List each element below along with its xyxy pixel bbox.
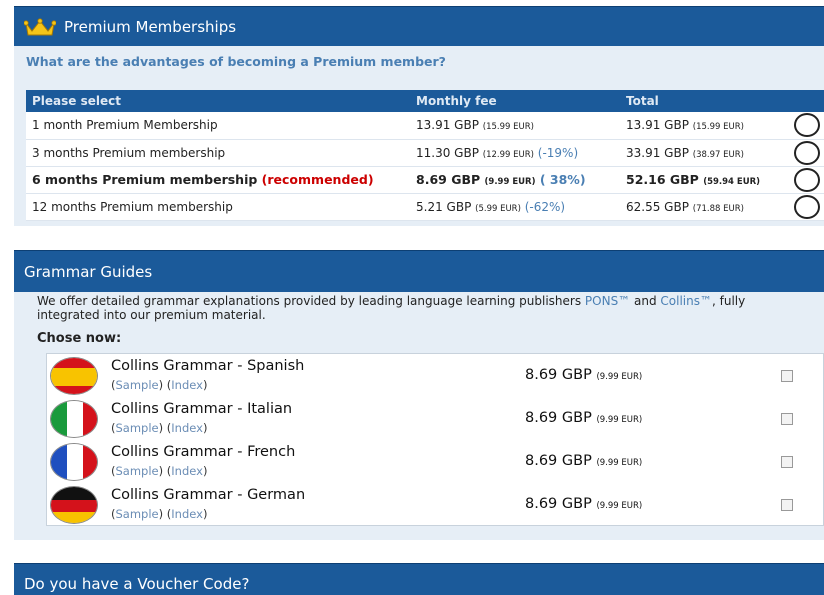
column-header-fee: Monthly fee <box>410 90 620 112</box>
spain-flag-icon <box>50 357 98 395</box>
grammar-name: Collins Grammar - Spanish <box>111 358 305 374</box>
grammar-name: Collins Grammar - Italian <box>111 401 293 417</box>
membership-radio[interactable] <box>794 140 820 165</box>
grammar-name: Collins Grammar - German <box>111 487 306 503</box>
list-item: Collins Grammar - German (Sample) (Index… <box>47 483 824 526</box>
grammar-title: Grammar Guides <box>24 262 153 281</box>
grammar-name: Collins Grammar - French <box>111 444 296 460</box>
index-link[interactable]: Index <box>171 507 203 521</box>
index-link[interactable]: Index <box>171 421 203 435</box>
premium-header: Premium Memberships <box>14 6 824 46</box>
table-row[interactable]: 3 months Premium membership 11.30 GBP (1… <box>26 139 824 167</box>
grammar-price: 8.69 GBP (9.99 EUR) <box>525 496 643 512</box>
crown-icon <box>24 17 56 35</box>
total-price: 52.16 GBP (59.94 EUR) <box>620 166 790 194</box>
premium-title: Premium Memberships <box>64 17 237 36</box>
grammar-checkbox[interactable] <box>781 370 793 382</box>
membership-name: 3 months Premium membership <box>26 139 410 167</box>
membership-table: Please select Monthly fee Total 1 month … <box>26 90 824 221</box>
voucher-panel: Do you have a Voucher Code? <box>14 563 824 595</box>
grammar-guides-panel: Grammar Guides We offer detailed grammar… <box>14 250 824 540</box>
monthly-fee: 5.21 GBP (5.99 EUR) (-62%) <box>410 193 620 221</box>
premium-memberships-panel: Premium Memberships What are the advanta… <box>14 6 824 226</box>
grammar-checkbox[interactable] <box>781 456 793 468</box>
grammar-intro: We offer detailed grammar explanations p… <box>37 294 746 322</box>
grammar-checkbox[interactable] <box>781 413 793 425</box>
pons-link[interactable]: PONS™ <box>585 294 630 308</box>
sample-link[interactable]: Sample <box>116 464 159 478</box>
membership-radio[interactable] <box>794 167 820 192</box>
france-flag-icon <box>50 443 98 481</box>
membership-radio[interactable] <box>794 113 820 138</box>
grammar-price: 8.69 GBP (9.99 EUR) <box>525 367 643 383</box>
membership-name: 1 month Premium Membership <box>26 112 410 140</box>
index-link[interactable]: Index <box>171 464 203 478</box>
membership-name: 12 months Premium membership <box>26 193 410 221</box>
monthly-fee: 8.69 GBP (9.99 EUR) ( 38%) <box>410 166 620 194</box>
list-item: Collins Grammar - French (Sample) (Index… <box>47 440 824 483</box>
sample-link[interactable]: Sample <box>116 421 159 435</box>
discount-badge: (-19%) <box>537 145 579 160</box>
germany-flag-icon <box>50 486 98 524</box>
collins-link[interactable]: Collins™ <box>660 294 712 308</box>
grammar-price: 8.69 GBP (9.99 EUR) <box>525 453 643 469</box>
monthly-fee: 11.30 GBP (12.99 EUR) (-19%) <box>410 139 620 167</box>
discount-badge: (-62%) <box>524 199 566 214</box>
voucher-title: Do you have a Voucher Code? <box>24 574 250 593</box>
list-item: Collins Grammar - Spanish (Sample) (Inde… <box>47 354 824 397</box>
premium-advantages-link[interactable]: What are the advantages of becoming a Pr… <box>26 54 446 69</box>
grammar-price: 8.69 GBP (9.99 EUR) <box>525 410 643 426</box>
table-row[interactable]: 12 months Premium membership 5.21 GBP (5… <box>26 193 824 221</box>
monthly-fee: 13.91 GBP (15.99 EUR) <box>410 112 620 140</box>
chose-now-label: Chose now: <box>37 331 122 346</box>
total-price: 62.55 GBP (71.88 EUR) <box>620 193 790 221</box>
membership-name: 6 months Premium membership (recommended… <box>26 166 410 194</box>
column-header-total: Total <box>620 90 790 112</box>
total-price: 33.91 GBP (38.97 EUR) <box>620 139 790 167</box>
membership-radio[interactable] <box>794 194 820 219</box>
italy-flag-icon <box>50 400 98 438</box>
grammar-checkbox[interactable] <box>781 499 793 511</box>
grammar-links: (Sample) (Index) <box>111 421 208 435</box>
grammar-header: Grammar Guides <box>14 250 824 292</box>
voucher-header[interactable]: Do you have a Voucher Code? <box>14 563 824 595</box>
column-header-radio <box>790 90 824 112</box>
column-header-select: Please select <box>26 90 410 112</box>
grammar-links: (Sample) (Index) <box>111 507 208 521</box>
sample-link[interactable]: Sample <box>116 378 159 392</box>
grammar-list: Collins Grammar - Spanish (Sample) (Inde… <box>46 353 824 526</box>
recommended-label: (recommended) <box>261 172 374 187</box>
list-item: Collins Grammar - Italian (Sample) (Inde… <box>47 397 824 440</box>
grammar-links: (Sample) (Index) <box>111 378 208 392</box>
table-row-recommended[interactable]: 6 months Premium membership (recommended… <box>26 166 824 194</box>
discount-badge: ( 38%) <box>539 172 586 187</box>
total-price: 13.91 GBP (15.99 EUR) <box>620 112 790 140</box>
grammar-links: (Sample) (Index) <box>111 464 208 478</box>
sample-link[interactable]: Sample <box>116 507 159 521</box>
index-link[interactable]: Index <box>171 378 203 392</box>
table-row[interactable]: 1 month Premium Membership 13.91 GBP (15… <box>26 112 824 140</box>
